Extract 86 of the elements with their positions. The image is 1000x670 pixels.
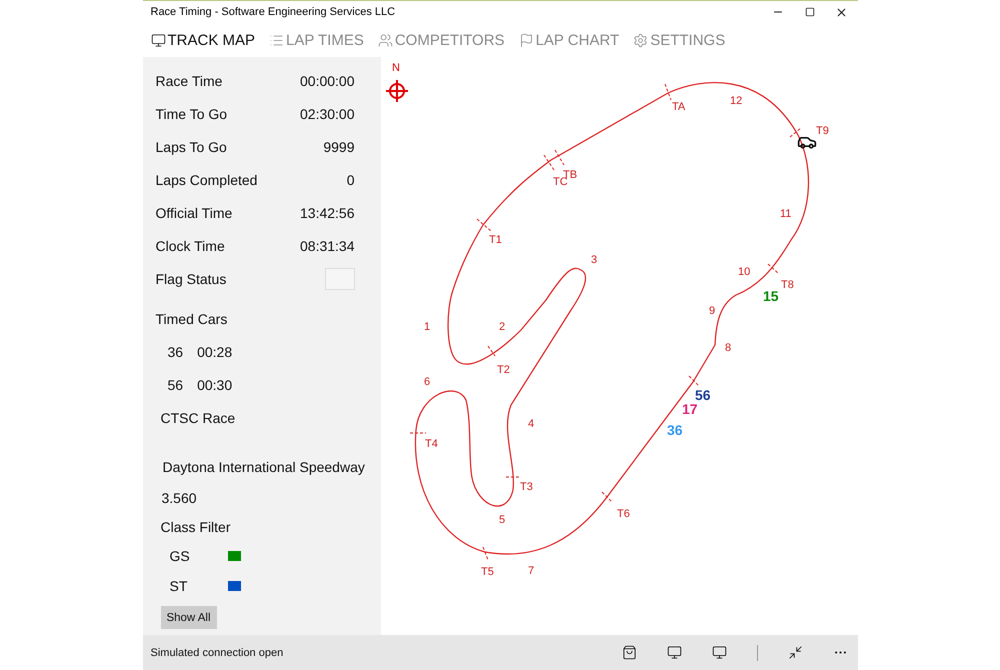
window-title: Race Timing - Software Engineering Services LLC <box>150 6 396 18</box>
stat-label: Official Time <box>156 204 232 220</box>
timed-cars-heading: Timed Cars <box>156 310 228 326</box>
timing-line-label: T8 <box>780 279 794 291</box>
timing-line-label: T2 <box>496 364 510 376</box>
timing-line-label: T4 <box>424 438 438 450</box>
car-number: 56 <box>168 376 184 392</box>
stat-value: 08:31:34 <box>300 238 354 254</box>
maximize-icon <box>804 7 814 17</box>
timing-line <box>487 346 495 356</box>
timing-line <box>409 432 426 434</box>
stat-value: 02:30:00 <box>300 106 354 122</box>
race-name: CTSC Race <box>160 410 236 426</box>
turn-number: 9 <box>708 305 715 317</box>
timing-line <box>789 128 801 138</box>
timing-line <box>476 218 491 232</box>
stat-label: Time To Go <box>156 106 228 122</box>
car-number: 36 <box>168 344 184 360</box>
class-filter-heading: Class Filter <box>160 519 231 535</box>
car-icon <box>797 137 816 149</box>
turn-number: 10 <box>738 266 750 278</box>
stat-value: 0 <box>346 172 354 188</box>
collapse-icon[interactable] <box>788 645 802 660</box>
track-length: 3.560 <box>162 490 197 506</box>
stat-value: 9999 <box>323 138 354 154</box>
class-name: ST <box>170 578 188 594</box>
timing-line-label: T1 <box>488 234 502 246</box>
car-gap: 00:28 <box>197 344 232 360</box>
turn-number: 2 <box>498 321 505 333</box>
stat-label: Laps To Go <box>156 138 227 154</box>
turn-number: 5 <box>498 514 505 526</box>
status-text: Simulated connection open <box>150 646 284 658</box>
nav-tab[interactable]: TRACK MAP <box>150 32 256 48</box>
timing-line <box>554 150 564 166</box>
timing-line <box>767 264 779 274</box>
timing-line-label: T3 <box>520 481 532 493</box>
class-color-swatch[interactable] <box>228 551 240 561</box>
monitor-icon <box>150 32 166 48</box>
car-marker: 17 <box>682 401 698 417</box>
class-name: GS <box>170 548 191 564</box>
timing-line <box>543 154 554 170</box>
turn-number: 3 <box>590 254 597 266</box>
settings-icon <box>633 32 648 48</box>
turn-number: 1 <box>424 321 430 333</box>
timing-line <box>688 376 699 386</box>
car-marker: 15 <box>762 288 778 304</box>
turn-number: 8 <box>724 342 731 354</box>
timing-line-label: TC <box>552 176 568 188</box>
flag-status-label: Flag Status <box>156 270 226 286</box>
turn-number: 4 <box>528 418 534 430</box>
nav-tab[interactable]: SETTINGS <box>633 32 726 48</box>
timing-line-label: T6 <box>616 508 630 520</box>
stat-label: Race Time <box>156 72 222 88</box>
timing-line <box>482 546 488 560</box>
turn-number: 6 <box>424 376 430 388</box>
bag-icon[interactable] <box>622 645 636 660</box>
car-marker: 56 <box>694 387 710 403</box>
stat-value: 13:42:56 <box>300 204 354 220</box>
stat-value: 00:00:00 <box>300 72 354 88</box>
people-icon <box>378 32 393 48</box>
car-marker: 36 <box>666 422 682 438</box>
network-icon[interactable] <box>712 645 726 660</box>
turn-number: 11 <box>780 208 791 220</box>
close-icon <box>835 6 848 18</box>
stat-label: Laps Completed <box>156 172 258 188</box>
timing-line <box>505 476 521 478</box>
show-all-button[interactable]: Show All <box>160 606 216 629</box>
car-gap: 00:30 <box>197 376 232 392</box>
timing-line-label: TA <box>672 101 685 113</box>
crosshair-icon <box>386 80 408 102</box>
timing-line <box>601 492 612 502</box>
nav-tab[interactable]: COMPETITORS <box>378 32 505 48</box>
stat-label: Clock Time <box>156 238 225 254</box>
nav-tab[interactable]: LAP CHART <box>518 32 620 48</box>
north-label: N <box>392 62 400 74</box>
flag-status-indicator <box>324 268 354 290</box>
network-icon[interactable] <box>666 645 682 660</box>
turn-number: 12 <box>730 95 742 107</box>
track-name: Daytona International Speedway <box>162 458 365 474</box>
flag-icon <box>518 32 534 48</box>
timing-line-label: T9 <box>816 125 828 137</box>
timing-line-label: T5 <box>480 566 494 578</box>
timing-line <box>664 84 671 100</box>
class-color-swatch[interactable] <box>228 581 240 591</box>
nav-tab[interactable]: LAP TIMES <box>269 32 364 48</box>
turn-number: 7 <box>528 565 534 577</box>
